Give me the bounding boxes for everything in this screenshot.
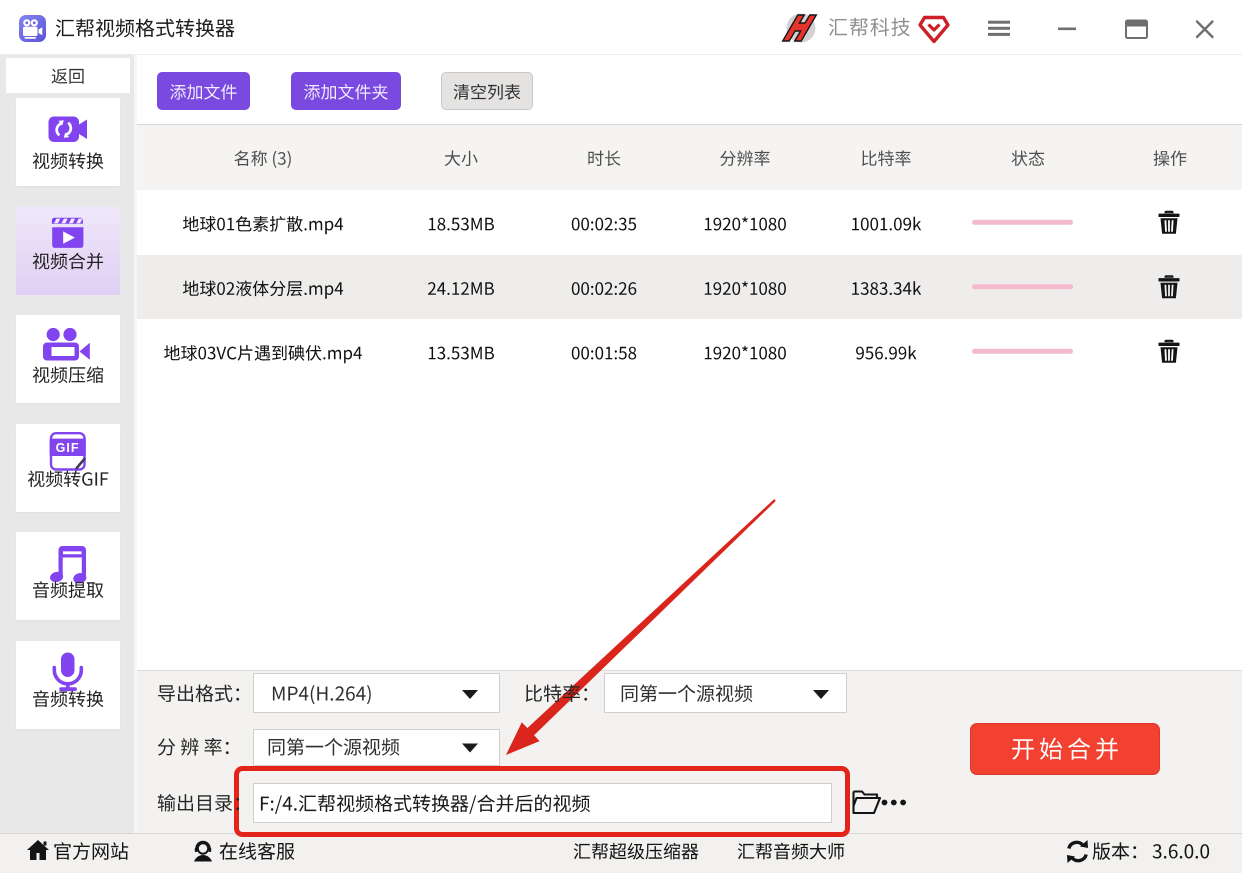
svg-text:GIF: GIF — [56, 441, 80, 455]
